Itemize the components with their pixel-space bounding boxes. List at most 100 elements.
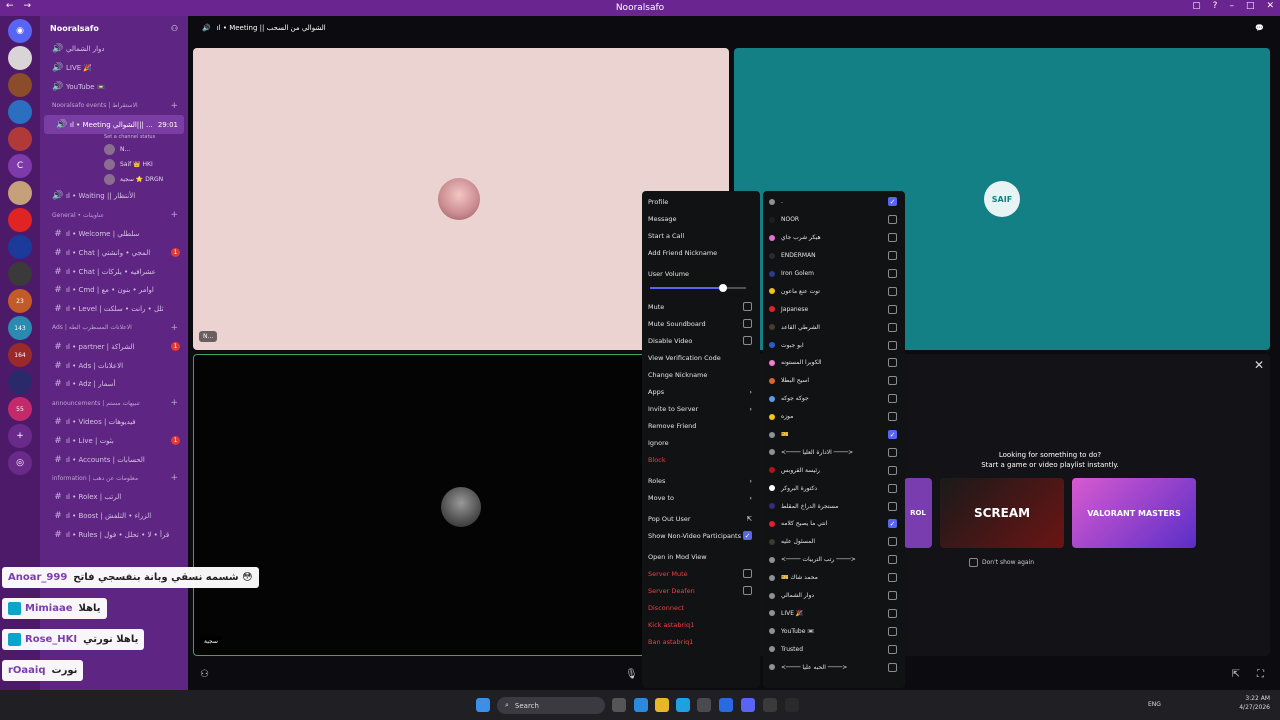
ban-user[interactable]: Ban astabriq1 — [648, 633, 754, 650]
fullscreen-icon[interactable]: ⛶ — [1257, 669, 1264, 680]
channel-item[interactable]: # ıl • Cmd | اوامر • بنون • مع — [40, 281, 188, 300]
role-item[interactable]: 🎫 ✓ — [769, 426, 899, 444]
voice-user[interactable]: N... — [40, 142, 188, 157]
channel-item[interactable]: # ıl • Rolex | الرتب — [40, 488, 188, 507]
role-item[interactable]: 🎫 محمد شاك — [769, 569, 899, 587]
server-icon[interactable] — [8, 127, 32, 151]
category-header[interactable]: General • عناوينات + — [40, 206, 188, 225]
popout-icon[interactable]: ⇱ — [1232, 669, 1240, 680]
role-checkbox[interactable] — [888, 394, 897, 404]
mic-icon[interactable]: 🎙 — [625, 669, 638, 680]
category-header[interactable]: Ads | الاعلانات المسطرب الطه + — [40, 319, 188, 338]
nav-arrows[interactable]: ← → — [6, 1, 31, 11]
channel-item[interactable]: # ıl • Live | بثوت 1 — [40, 431, 188, 450]
close-icon[interactable]: ✕ — [1254, 358, 1264, 372]
channel-item[interactable]: 🔊 دوار الشمالي — [40, 40, 188, 59]
menu-item[interactable]: Ignore — [648, 434, 754, 451]
role-checkbox[interactable] — [888, 376, 897, 386]
channel-item[interactable]: # ıl • Level | ثلل • رانت • سلكت — [40, 300, 188, 319]
role-item[interactable]: دوار الشمالي — [769, 587, 899, 605]
server-icon[interactable]: 164 — [8, 343, 32, 367]
add-channel-icon[interactable]: + — [170, 210, 178, 220]
server-icon[interactable] — [8, 181, 32, 205]
role-item[interactable]: ENDERMAN — [769, 247, 899, 265]
server-deafen[interactable]: Server Deafen — [648, 582, 754, 599]
role-item[interactable]: الشرطي القاعد — [769, 318, 899, 336]
channel-item[interactable]: # ıl • Welcome | سلطلي — [40, 225, 188, 244]
role-checkbox[interactable]: ✓ — [888, 197, 897, 207]
role-checkbox[interactable] — [888, 537, 897, 547]
close-window-icon[interactable]: ✕ — [1266, 1, 1274, 11]
voice-user[interactable]: سجية ⭐ DRGN — [40, 172, 188, 187]
channel-item[interactable]: 🔊 ıl • Waiting || الأنتظار — [40, 187, 188, 206]
role-item[interactable]: اسيح البطلا — [769, 372, 899, 390]
role-item[interactable]: Iron Golem — [769, 265, 899, 283]
channel-item[interactable]: # ıl • Chat | عشرافيه • يلركات — [40, 262, 188, 281]
clock[interactable]: 3:22 AM 4/27/2026 — [1239, 694, 1270, 712]
role-checkbox[interactable] — [888, 322, 897, 332]
kick-user[interactable]: Kick astabriq1 — [648, 616, 754, 633]
channel-item[interactable]: # ıl • partner | الشراكة 1 — [40, 337, 188, 356]
channel-item[interactable]: # ıl • Accounts | الحسابات — [40, 450, 188, 469]
role-checkbox[interactable]: ✓ — [888, 430, 897, 440]
capcut-icon[interactable] — [785, 698, 799, 712]
role-item[interactable]: YouTube 📼 — [769, 622, 899, 640]
role-item[interactable]: NOOR — [769, 211, 899, 229]
channel-item[interactable]: 🔊 YouTube 📼 — [40, 78, 188, 97]
channel-status[interactable]: Set a channel status — [40, 134, 188, 142]
role-checkbox[interactable] — [888, 555, 897, 565]
forward-icon[interactable]: → — [24, 1, 32, 11]
mail-icon[interactable] — [719, 698, 733, 712]
channel-item[interactable]: # ıl • Chat | المجي • وانشتي 1 — [40, 243, 188, 262]
discover-icon[interactable]: ◎ — [8, 451, 32, 475]
role-item[interactable]: LIVE 🎉 — [769, 604, 899, 622]
volume-slider[interactable] — [648, 282, 754, 294]
checkbox[interactable] — [743, 586, 752, 595]
menu-item[interactable]: Disable Video — [648, 332, 754, 349]
menu-item[interactable]: Start a Call — [648, 227, 754, 244]
role-item[interactable]: مستجرة الدراخ المقلط — [769, 497, 899, 515]
server-icon[interactable] — [8, 370, 32, 394]
menu-item[interactable]: Profile — [648, 193, 754, 210]
server-icon[interactable] — [8, 235, 32, 259]
add-channel-icon[interactable]: + — [170, 323, 178, 333]
menu-item[interactable]: Move to › — [648, 489, 754, 506]
category-header[interactable]: announcements | تنبيهات مستم + — [40, 394, 188, 413]
checkbox[interactable] — [743, 319, 752, 328]
channel-item[interactable]: # ıl • Ads | الاعلانات — [40, 356, 188, 375]
menu-item[interactable]: View Verification Code — [648, 349, 754, 366]
role-item[interactable]: Trusted — [769, 640, 899, 658]
menu-item[interactable]: Roles › — [648, 472, 754, 489]
role-checkbox[interactable]: ✓ — [888, 519, 897, 529]
role-checkbox[interactable] — [888, 573, 897, 583]
add-channel-icon[interactable]: + — [170, 473, 178, 483]
role-checkbox[interactable] — [888, 465, 897, 475]
role-item[interactable]: رئيسة القروبس — [769, 461, 899, 479]
role-checkbox[interactable] — [888, 483, 897, 493]
game-card[interactable]: VALORANT MASTERS — [1072, 478, 1196, 548]
role-item[interactable]: دكتورة البروكر — [769, 479, 899, 497]
minimize-icon[interactable]: – — [1229, 1, 1234, 11]
start-icon[interactable] — [476, 698, 490, 712]
pop-out-user[interactable]: Pop Out User ⇱ — [648, 510, 754, 527]
open-mod-view[interactable]: Open in Mod View — [648, 548, 754, 565]
checkbox[interactable] — [969, 558, 978, 567]
menu-item[interactable]: Change Nickname — [648, 366, 754, 383]
role-checkbox[interactable] — [888, 251, 897, 261]
channel-item[interactable]: 🔊 ıl • Meeting الشوالي||| ... 29:01 — [44, 115, 184, 134]
role-checkbox[interactable] — [888, 233, 897, 243]
role-item[interactable]: المسئول عليه — [769, 533, 899, 551]
role-checkbox[interactable] — [888, 358, 897, 368]
role-checkbox[interactable] — [888, 286, 897, 296]
language-indicator[interactable]: ENG — [1148, 701, 1161, 708]
role-item[interactable]: <──── الادارة العليا ────> — [769, 443, 899, 461]
inbox-icon[interactable]: ▢ — [1192, 1, 1201, 11]
server-header[interactable]: Nooralsafo ⚇ — [40, 16, 188, 40]
discord-taskbar-icon[interactable] — [741, 698, 755, 712]
role-item[interactable]: الكوبرا المستونه — [769, 354, 899, 372]
channel-item[interactable]: # ıl • Adz | أسمار — [40, 375, 188, 394]
role-checkbox[interactable] — [888, 412, 897, 422]
add-member-icon[interactable]: ⚇ — [171, 24, 178, 33]
help-icon[interactable]: ? — [1213, 1, 1218, 11]
role-item[interactable]: . ✓ — [769, 193, 899, 211]
